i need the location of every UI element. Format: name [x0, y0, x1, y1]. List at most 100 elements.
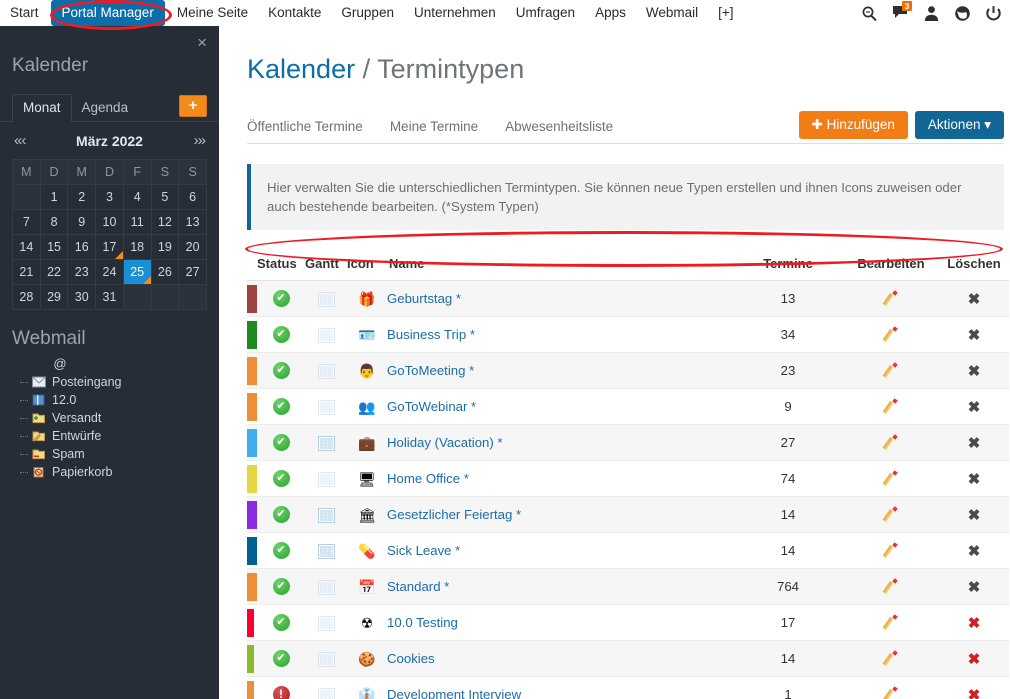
x-icon[interactable]: ✖ [968, 687, 981, 699]
gantt-grid-icon[interactable] [318, 400, 335, 415]
gantt-grid-icon[interactable] [318, 652, 335, 667]
status-cell[interactable] [257, 353, 305, 389]
nav-item-unternehmen[interactable]: Unternehmen [404, 0, 506, 26]
calendar-day-cell[interactable]: 7 [13, 210, 41, 235]
status-inactive-icon[interactable] [273, 686, 290, 699]
termintyp-link[interactable]: 10.0 Testing [387, 615, 458, 630]
add-button[interactable]: ✚ Hinzufügen [799, 111, 908, 139]
gantt-grid-icon[interactable] [318, 328, 335, 343]
calendar-day-cell[interactable]: 23 [68, 260, 96, 285]
gantt-cell[interactable] [305, 461, 347, 497]
edit-cell[interactable] [843, 533, 939, 569]
termintyp-link[interactable]: Standard * [387, 579, 449, 594]
webmail-folder-item[interactable]: Posteingang [18, 373, 219, 391]
calendar-day-cell[interactable]: 26 [151, 260, 179, 285]
status-cell[interactable] [257, 281, 305, 317]
x-icon[interactable]: ✖ [968, 363, 981, 380]
webmail-folder-item[interactable]: Entwürfe [18, 427, 219, 445]
delete-cell[interactable]: ✖ [939, 533, 1009, 569]
th-status[interactable]: Status [257, 248, 305, 281]
calendar-day-cell[interactable]: 29 [40, 285, 68, 310]
th-termine[interactable]: Termine [733, 248, 843, 281]
delete-cell[interactable]: ✖ [939, 641, 1009, 677]
pencil-icon[interactable] [884, 436, 899, 451]
gantt-grid-icon[interactable] [318, 544, 335, 559]
status-active-icon[interactable] [273, 362, 290, 379]
x-icon[interactable]: ✖ [968, 471, 981, 488]
calendar-day-cell[interactable]: 14 [13, 235, 41, 260]
status-active-icon[interactable] [273, 470, 290, 487]
gantt-grid-icon[interactable] [318, 436, 335, 451]
x-icon[interactable]: ✖ [968, 579, 981, 596]
gantt-cell[interactable] [305, 677, 347, 699]
calendar-day-cell[interactable]: 12 [151, 210, 179, 235]
nav-item-webmail[interactable]: Webmail [636, 0, 708, 26]
gantt-cell[interactable] [305, 353, 347, 389]
nav-item-kontakte[interactable]: Kontakte [258, 0, 331, 26]
gantt-cell[interactable] [305, 641, 347, 677]
calendar-day-cell[interactable]: 8 [40, 210, 68, 235]
status-cell[interactable] [257, 569, 305, 605]
status-cell[interactable] [257, 677, 305, 699]
power-icon[interactable] [985, 5, 1002, 22]
sidebar-close-button[interactable]: × [197, 34, 207, 51]
edit-cell[interactable] [843, 317, 939, 353]
nav-item-meine-seite[interactable]: Meine Seite [167, 0, 258, 26]
calendar-next-month-button[interactable]: ›» [194, 132, 205, 149]
termintyp-link[interactable]: Sick Leave * [387, 543, 460, 558]
nav-item-apps[interactable]: Apps [585, 0, 636, 26]
edit-cell[interactable] [843, 425, 939, 461]
calendar-day-cell[interactable]: 21 [13, 260, 41, 285]
gantt-grid-icon[interactable] [318, 472, 335, 487]
status-cell[interactable] [257, 533, 305, 569]
status-cell[interactable] [257, 641, 305, 677]
x-icon[interactable]: ✖ [968, 543, 981, 560]
calendar-day-cell[interactable]: 30 [68, 285, 96, 310]
edit-cell[interactable] [843, 461, 939, 497]
edit-cell[interactable] [843, 389, 939, 425]
delete-cell[interactable]: ✖ [939, 389, 1009, 425]
webmail-folder-item[interactable]: Papierkorb [18, 463, 219, 481]
termintyp-link[interactable]: Holiday (Vacation) * [387, 435, 503, 450]
calendar-prev-year-button[interactable]: «‹ [14, 132, 25, 149]
nav-item-umfragen[interactable]: Umfragen [506, 0, 585, 26]
x-icon[interactable]: ✖ [968, 615, 981, 632]
calendar-day-cell[interactable]: 22 [40, 260, 68, 285]
termintyp-link[interactable]: GoToWebinar * [387, 399, 476, 414]
gantt-cell[interactable] [305, 281, 347, 317]
pencil-icon[interactable] [884, 328, 899, 343]
calendar-day-cell[interactable]: 20 [179, 235, 207, 260]
calendar-day-cell[interactable]: 13 [179, 210, 207, 235]
edit-cell[interactable] [843, 281, 939, 317]
delete-cell[interactable]: ✖ [939, 677, 1009, 699]
pencil-icon[interactable] [884, 580, 899, 595]
gantt-cell[interactable] [305, 425, 347, 461]
delete-cell[interactable]: ✖ [939, 353, 1009, 389]
delete-cell[interactable]: ✖ [939, 281, 1009, 317]
calendar-day-cell[interactable]: 17 [96, 235, 124, 260]
gantt-cell[interactable] [305, 389, 347, 425]
calendar-day-cell[interactable]: 28 [13, 285, 41, 310]
status-active-icon[interactable] [273, 614, 290, 631]
edit-cell[interactable] [843, 641, 939, 677]
termintyp-link[interactable]: Cookies [387, 651, 435, 666]
th-name[interactable]: Name [387, 248, 733, 281]
pencil-icon[interactable] [884, 400, 899, 415]
status-cell[interactable] [257, 497, 305, 533]
pencil-icon[interactable] [884, 616, 899, 631]
user-icon[interactable] [923, 5, 940, 22]
termintyp-link[interactable]: Home Office * [387, 471, 469, 486]
status-active-icon[interactable] [273, 506, 290, 523]
status-active-icon[interactable] [273, 650, 290, 667]
calendar-day-cell[interactable]: 3 [96, 185, 124, 210]
x-icon[interactable]: ✖ [968, 435, 981, 452]
termintyp-link[interactable]: Geburtstag * [387, 291, 461, 306]
delete-cell[interactable]: ✖ [939, 497, 1009, 533]
sidebar-tab-agenda[interactable]: Agenda [72, 95, 139, 121]
termintyp-link[interactable]: Development Interview [387, 687, 521, 699]
delete-cell[interactable]: ✖ [939, 605, 1009, 641]
calendar-day-cell[interactable]: 11 [123, 210, 151, 235]
edit-cell[interactable] [843, 353, 939, 389]
pencil-icon[interactable] [884, 364, 899, 379]
x-icon[interactable]: ✖ [968, 651, 981, 668]
